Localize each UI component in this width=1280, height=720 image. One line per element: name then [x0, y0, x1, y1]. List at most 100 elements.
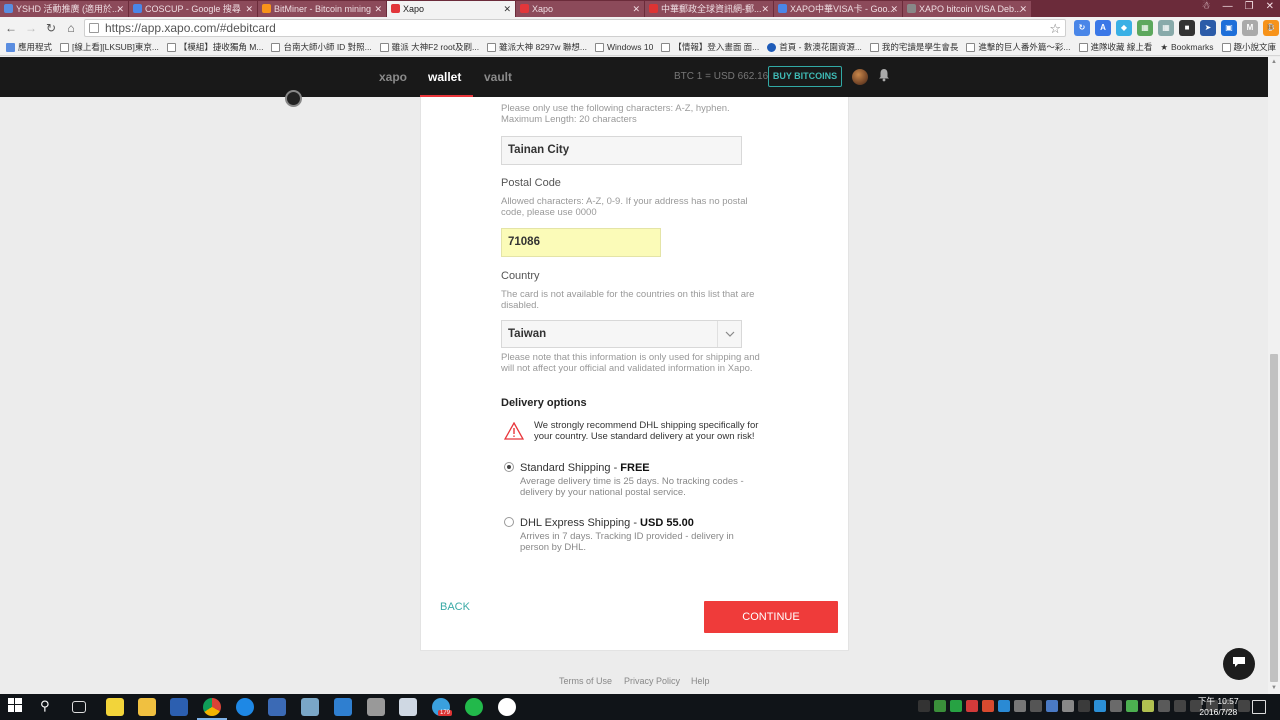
tray-app-icon[interactable] [1014, 700, 1026, 712]
bookmark-item[interactable]: Windows 10 [595, 42, 653, 52]
standard-shipping-radio[interactable] [504, 462, 514, 472]
tray-app-icon[interactable] [998, 700, 1010, 712]
footer-terms-link[interactable]: Terms of Use [559, 676, 612, 686]
task-view-icon[interactable] [72, 701, 86, 713]
reload-icon[interactable]: ↻ [42, 19, 60, 37]
close-tab-icon[interactable]: ✕ [1019, 1, 1027, 17]
tray-app-icon[interactable] [966, 700, 978, 712]
bell-icon[interactable] [878, 68, 892, 84]
network-icon[interactable] [1174, 700, 1186, 712]
city-input[interactable]: Tainan City [501, 136, 742, 165]
app-icon[interactable] [236, 698, 254, 716]
tray-app-icon[interactable] [1094, 700, 1106, 712]
action-center-icon[interactable] [1252, 700, 1266, 714]
browser-tab[interactable]: COSCUP - Google 搜尋 ✕ [129, 1, 257, 17]
line-icon[interactable] [465, 698, 483, 716]
app-icon[interactable] [170, 698, 188, 716]
scroll-up-arrow-icon[interactable]: ▲ [1270, 59, 1278, 65]
nav-vault[interactable]: vault [484, 70, 512, 84]
bookmark-item[interactable]: 【情報】登入畫面 面... [661, 41, 759, 53]
tray-app-icon[interactable] [1046, 700, 1058, 712]
ime-icon[interactable] [1238, 700, 1250, 712]
bookmark-item[interactable]: 趣小說文庫 [1221, 41, 1276, 53]
app-icon[interactable] [268, 698, 286, 716]
extension-dark-icon[interactable]: ■ [1179, 20, 1195, 36]
close-tab-icon[interactable]: ✕ [890, 1, 898, 17]
extension-apps-icon[interactable]: ▦ [1158, 20, 1174, 36]
sticky-notes-icon[interactable] [106, 698, 124, 716]
bookmark-star-icon[interactable]: ☆ [1049, 21, 1061, 37]
browser-tab[interactable]: XAPO bitcoin VISA Deb... ✕ [903, 1, 1031, 17]
browser-tab[interactable]: XAPO中華VISA卡 - Goo... ✕ [774, 1, 902, 17]
browser-menu-icon[interactable]: ≡ [1267, 20, 1274, 34]
dhl-express-radio[interactable] [504, 517, 514, 527]
bookmark-item[interactable]: 我的宅讀是學生會長 [869, 41, 958, 53]
back-arrow-icon[interactable]: ← [2, 19, 20, 37]
extension-sync-icon[interactable]: ↻ [1074, 20, 1090, 36]
tray-app-icon[interactable] [950, 700, 962, 712]
taskbar-clock[interactable]: 下午 10:57 2016/7/28 [1198, 696, 1239, 718]
nav-xapo[interactable]: xapo [379, 70, 407, 84]
close-tab-icon[interactable]: ✕ [374, 1, 382, 17]
continue-button[interactable]: CONTINUE [704, 601, 838, 633]
browser-tab[interactable]: BitMiner - Bitcoin mining ✕ [258, 1, 386, 17]
extension-arrow-icon[interactable]: ➤ [1200, 20, 1216, 36]
bookmark-item[interactable]: 雖派 大神F2 root及刷... [379, 41, 479, 53]
tray-app-icon[interactable] [934, 700, 946, 712]
close-window-icon[interactable]: ✕ [1266, 1, 1274, 12]
close-tab-icon[interactable]: ✕ [761, 1, 769, 17]
extension-m-icon[interactable]: M [1242, 20, 1258, 36]
bookmark-item[interactable]: [線上看][LKSUB]東京... [60, 41, 159, 53]
app-icon[interactable] [399, 698, 417, 716]
user-profile-icon[interactable]: ☃ [1202, 1, 1211, 12]
tray-app-icon[interactable] [1110, 700, 1122, 712]
minimize-icon[interactable]: — [1223, 1, 1233, 12]
buy-bitcoins-button[interactable]: BUY BITCOINS [768, 66, 842, 87]
chrome-icon[interactable] [197, 698, 227, 720]
search-icon[interactable]: ⚲ [40, 698, 58, 716]
address-bar[interactable]: https://app.xapo.com/#debitcard ☆ [84, 19, 1066, 37]
close-tab-icon[interactable]: ✕ [503, 1, 511, 17]
tray-app-icon[interactable] [982, 700, 994, 712]
bookmark-item[interactable]: 進隊收藏 線上看 [1078, 41, 1152, 53]
bookmark-item[interactable]: 雖派大神 8297w 聯想... [487, 41, 587, 53]
xapo-icon[interactable] [498, 698, 516, 716]
postal-code-input[interactable]: 71086 [501, 228, 661, 257]
country-select[interactable]: Taiwan [501, 320, 742, 348]
extension-grid-icon[interactable]: ▦ [1137, 20, 1153, 36]
scrollbar-thumb[interactable] [1270, 354, 1278, 682]
page-scrollbar[interactable]: ▲ ▼ [1268, 57, 1280, 694]
extension-blue-icon[interactable]: ▣ [1221, 20, 1237, 36]
footer-privacy-link[interactable]: Privacy Policy [624, 676, 680, 686]
app-icon[interactable] [301, 698, 319, 716]
tray-app-icon[interactable] [1142, 700, 1154, 712]
tray-app-icon[interactable] [1158, 700, 1170, 712]
tray-app-icon[interactable] [1126, 700, 1138, 712]
extension-translate-icon[interactable]: A [1095, 20, 1111, 36]
tray-app-icon[interactable] [1030, 700, 1042, 712]
bookmark-item[interactable]: 應用程式 [6, 41, 52, 53]
browser-tab-active[interactable]: Xapo ✕ [387, 1, 515, 17]
browser-tab[interactable]: YSHD 活動推廣 (適用於... ✕ [0, 1, 128, 17]
footer-help-link[interactable]: Help [691, 676, 710, 686]
browser-tab[interactable]: 中華郵政全球資訊網-郵... ✕ [645, 1, 773, 17]
scroll-down-arrow-icon[interactable]: ▼ [1270, 685, 1278, 691]
back-link[interactable]: BACK [440, 601, 470, 613]
tray-app-icon[interactable] [1062, 700, 1074, 712]
tray-app-icon[interactable] [1078, 700, 1090, 712]
nav-wallet[interactable]: wallet [428, 70, 461, 84]
bookmark-item[interactable]: 台南大師小師 ID 對照... [271, 41, 372, 53]
app-icon[interactable] [334, 698, 352, 716]
file-explorer-icon[interactable] [138, 698, 156, 716]
tray-chevron-icon[interactable] [918, 700, 930, 712]
bookmark-item[interactable]: 【模組】捷收獨角 M... [166, 41, 263, 53]
dhl-express-title[interactable]: DHL Express Shipping - USD 55.00 [520, 517, 694, 529]
bookmark-item[interactable]: 進擊的巨人番外篇～彩... [966, 41, 1071, 53]
standard-shipping-title[interactable]: Standard Shipping - FREE [520, 462, 650, 474]
home-icon[interactable]: ⌂ [62, 19, 80, 37]
bookmark-item[interactable]: ★ Bookmarks [1160, 42, 1213, 53]
windows-start-icon[interactable] [8, 698, 26, 716]
chat-bubble-button[interactable] [1223, 648, 1255, 680]
forward-arrow-icon[interactable]: → [22, 19, 40, 37]
app-icon[interactable] [367, 698, 385, 716]
